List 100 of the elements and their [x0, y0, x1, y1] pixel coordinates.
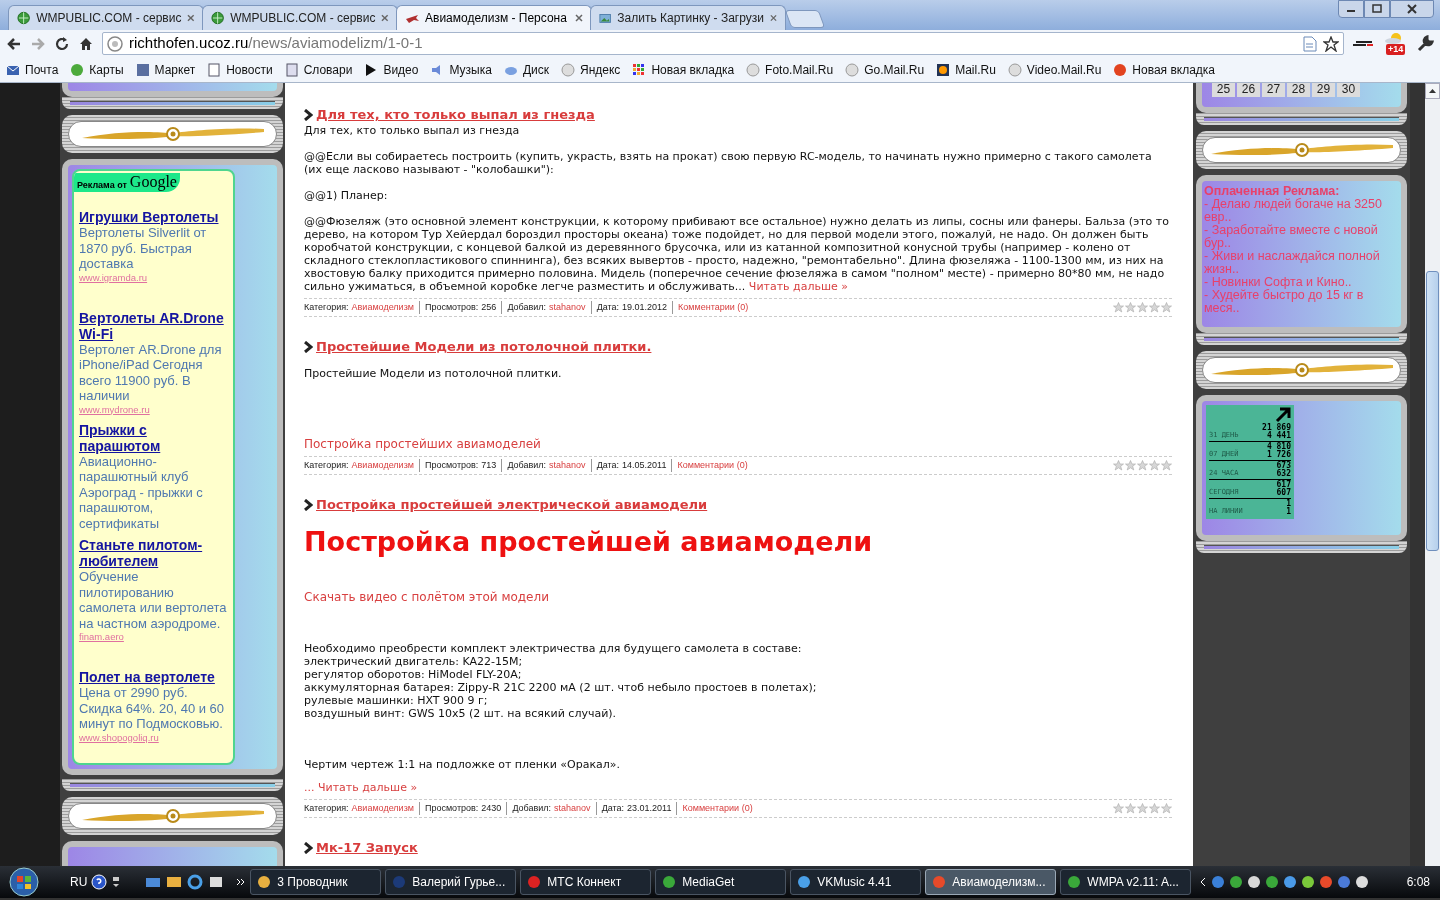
- browser-tab[interactable]: WMPUBLIC.COM - сервис: [8, 5, 204, 30]
- scroll-up-button[interactable]: [1425, 83, 1440, 99]
- calendar-day[interactable]: 28: [1287, 83, 1310, 97]
- star-icon[interactable]: [1137, 460, 1148, 471]
- bookmark[interactable]: Диск: [503, 60, 549, 79]
- meta-link[interactable]: stahanov: [554, 802, 591, 815]
- taskbar-button[interactable]: WMPA v2.11: A...: [1060, 869, 1192, 895]
- star-icon[interactable]: [1161, 460, 1172, 471]
- bookmark[interactable]: Карты: [70, 60, 124, 79]
- taskbar-button[interactable]: Валерий Гурье...: [385, 869, 517, 895]
- tray-icon[interactable]: [1301, 875, 1316, 889]
- star-icon[interactable]: [1161, 803, 1172, 814]
- star-icon[interactable]: [1113, 460, 1124, 471]
- back-icon[interactable]: [6, 35, 22, 52]
- address-bar[interactable]: richthofen.ucoz.ru/news/aviamodelizm/1-0-1: [102, 32, 1344, 55]
- taskbar-button[interactable]: 3 Проводник: [250, 869, 382, 895]
- maximize-icon[interactable]: [1371, 3, 1383, 15]
- browser-tab[interactable]: Залить Картинку - Загрузи: [590, 5, 786, 30]
- ellipsis-icon[interactable]: [111, 874, 122, 890]
- bookmark[interactable]: Видео: [364, 60, 419, 79]
- post-link[interactable]: Скачать видео с полётом этой модели: [304, 591, 1172, 604]
- ad-title-link[interactable]: Полет на вертолете: [79, 669, 228, 685]
- close-icon[interactable]: [770, 14, 777, 22]
- meta-link[interactable]: Комментарии (0): [678, 301, 749, 314]
- chevron-icon[interactable]: [1199, 877, 1208, 887]
- taskbar-button[interactable]: VKMusic 4.41: [790, 869, 922, 895]
- calendar-day[interactable]: 25: [1212, 83, 1235, 97]
- scrollbar[interactable]: [1425, 83, 1440, 866]
- taskbar-button[interactable]: MediaGet: [655, 869, 787, 895]
- star-icon[interactable]: [1113, 302, 1124, 313]
- close-icon[interactable]: [575, 14, 583, 22]
- post-title-link[interactable]: Мк-17 Запуск: [316, 840, 418, 856]
- meta-link[interactable]: stahanov: [549, 301, 586, 314]
- star-icon[interactable]: [1149, 302, 1160, 313]
- bookmark[interactable]: Яндекс: [561, 60, 621, 79]
- bookmark[interactable]: Новая вкладка: [632, 60, 735, 79]
- meta-link[interactable]: Комментарии (0): [682, 802, 753, 815]
- read-more-link[interactable]: ... Читать дальше »: [304, 781, 1172, 794]
- start-button[interactable]: [8, 867, 40, 897]
- star-icon[interactable]: [1125, 460, 1136, 471]
- rating-stars[interactable]: [1113, 302, 1172, 313]
- rating-stars[interactable]: [1113, 460, 1172, 471]
- quick-launch-icon[interactable]: [208, 874, 225, 890]
- ad-title-link[interactable]: Игрушки Вертолеты: [79, 209, 228, 225]
- star-icon[interactable]: [1161, 302, 1172, 313]
- bookmark[interactable]: Go.Mail.Ru: [845, 60, 925, 79]
- meta-link[interactable]: Авиамоделизм: [351, 459, 414, 472]
- star-icon[interactable]: [1149, 803, 1160, 814]
- bookmark[interactable]: Почта: [6, 60, 59, 79]
- ad-title-link[interactable]: Вертолеты AR.Drone Wi-Fi: [79, 309, 228, 342]
- bookmark[interactable]: Словари: [284, 60, 353, 79]
- meta-link[interactable]: Авиамоделизм: [351, 301, 414, 314]
- star-icon[interactable]: [1125, 302, 1136, 313]
- post-title-link[interactable]: Для тех, кто только выпал из гнезда: [316, 107, 595, 123]
- star-icon[interactable]: [1125, 803, 1136, 814]
- reload-icon[interactable]: [54, 35, 70, 52]
- calendar-day[interactable]: 30: [1337, 83, 1360, 97]
- star-icon[interactable]: [1323, 35, 1339, 52]
- ad-title-link[interactable]: Прыжки с парашютом: [79, 421, 228, 454]
- read-more-link[interactable]: Читать дальше »: [748, 280, 848, 293]
- meta-link[interactable]: stahanov: [549, 459, 586, 472]
- close-icon[interactable]: [381, 14, 389, 22]
- browser-tab[interactable]: WMPUBLIC.COM - сервис: [202, 5, 398, 30]
- ad-title-link[interactable]: Станьте пилотом-любителем: [79, 537, 228, 569]
- bookmark[interactable]: Foto.Mail.Ru: [746, 60, 834, 79]
- star-icon[interactable]: [1137, 803, 1148, 814]
- close-icon[interactable]: [187, 14, 195, 22]
- tray-icon[interactable]: [1283, 875, 1298, 889]
- bookmark[interactable]: Mail.Ru: [936, 60, 996, 79]
- star-icon[interactable]: [1149, 460, 1160, 471]
- calendar-day[interactable]: 27: [1262, 83, 1285, 97]
- close-icon[interactable]: [1406, 3, 1418, 15]
- meta-link[interactable]: Авиамоделизм: [351, 802, 414, 815]
- calendar-day[interactable]: 26: [1237, 83, 1260, 97]
- wrench-icon[interactable]: [1416, 34, 1434, 53]
- tray-icon[interactable]: [1229, 875, 1244, 889]
- browser-tab[interactable]: Авиамоделизм - Персона: [396, 5, 592, 30]
- taskbar-button[interactable]: МТС Коннект: [520, 869, 652, 895]
- chevron-icon[interactable]: [236, 877, 247, 887]
- star-icon[interactable]: [1113, 803, 1124, 814]
- tray-icon[interactable]: [1247, 875, 1262, 889]
- bookmark[interactable]: Маркет: [135, 60, 196, 79]
- bookmark[interactable]: Новая вкладка: [1113, 60, 1216, 79]
- rating-stars[interactable]: [1113, 803, 1172, 814]
- star-icon[interactable]: [1137, 302, 1148, 313]
- post-link[interactable]: Постройка простейших авиамоделей: [304, 438, 1172, 451]
- bookmark[interactable]: Новости: [207, 60, 273, 79]
- taskbar-button[interactable]: Авиамоделизм...: [925, 869, 1057, 895]
- quick-launch-icon[interactable]: [166, 874, 183, 890]
- scrollbar-thumb[interactable]: [1426, 271, 1439, 551]
- tray-icon[interactable]: [1355, 875, 1370, 889]
- home-icon[interactable]: [78, 35, 94, 52]
- calendar-day[interactable]: 29: [1312, 83, 1335, 97]
- meta-link[interactable]: Комментарии (0): [677, 459, 748, 472]
- help-icon[interactable]: [91, 874, 108, 890]
- bookmark[interactable]: Video.Mail.Ru: [1007, 60, 1102, 79]
- bookmark[interactable]: Музыка: [430, 60, 492, 79]
- quick-launch-icon[interactable]: [187, 874, 204, 890]
- tray-icon[interactable]: [1265, 875, 1280, 889]
- language-indicator[interactable]: RU: [70, 873, 88, 891]
